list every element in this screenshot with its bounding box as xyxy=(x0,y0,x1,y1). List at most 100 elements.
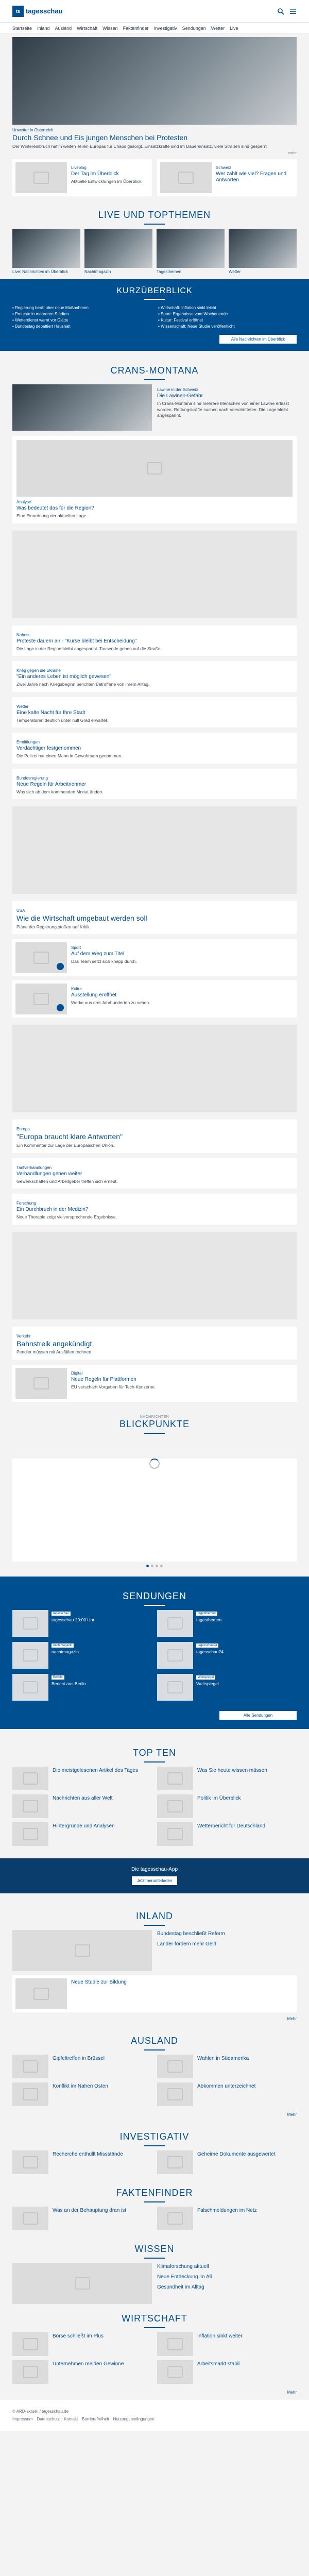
sendung-title[interactable]: nachtmagazin xyxy=(52,1649,79,1654)
inland-image[interactable] xyxy=(12,1929,152,1971)
feed-card[interactable]: Bundesregierung Neue Regeln für Arbeitne… xyxy=(12,768,297,800)
nav-item[interactable]: Wetter xyxy=(211,26,225,31)
feed-item[interactable]: Kultur Ausstellung eröffnet Werke aus dr… xyxy=(12,980,297,1018)
lead-small-title[interactable]: Der Tag im Überblick xyxy=(71,171,149,177)
brief-item[interactable]: Wirtschaft: Inflation sinkt leicht xyxy=(158,305,297,311)
sendung-card[interactable]: tagesschau24 tagesschau24 xyxy=(157,1641,297,1669)
wirtschaft-item[interactable]: Börse schließt im Plus xyxy=(12,2332,152,2356)
brief-item[interactable]: Proteste in mehreren Städten xyxy=(12,311,151,317)
carousel-pager[interactable] xyxy=(12,1564,297,1567)
sendung-card[interactable]: nachtmagazin nachtmagazin xyxy=(12,1641,152,1669)
feed-title[interactable]: Bahnstreik angekündigt xyxy=(16,1340,293,1348)
crans-headline[interactable]: Die Lawinen-Gefahr xyxy=(157,393,297,399)
top-item[interactable]: Was Sie heute wissen müssen xyxy=(157,1766,297,1790)
brief-all-button[interactable]: Alle Nachrichten im Überblick xyxy=(219,335,297,344)
wirtschaft-more-link[interactable]: Mehr xyxy=(12,2390,297,2395)
lead-small-item[interactable]: Schweiz Wer zahlt wie viel? Fragen und A… xyxy=(157,159,297,197)
top-item[interactable]: Politik im Überblick xyxy=(157,1794,297,1818)
feed-card[interactable]: Tarifverhandlungen Verhandlungen gehen w… xyxy=(12,1158,297,1189)
feed-title[interactable]: Neue Regeln für Arbeitnehmer xyxy=(16,782,293,788)
feed-title[interactable]: Proteste dauern an - "Kurse bleibt bei E… xyxy=(16,638,293,645)
footer-link[interactable]: Impressum xyxy=(12,2417,33,2421)
ausland-item[interactable]: Konflikt im Nahen Osten xyxy=(12,2082,152,2106)
ausland-item-title[interactable]: Abkommen unterzeichnet xyxy=(197,2083,255,2106)
inland-more-link[interactable]: Mehr xyxy=(12,2016,297,2021)
live-card[interactable]: Tagesthemen xyxy=(157,229,225,274)
lead-image[interactable] xyxy=(12,37,297,125)
feed-title[interactable]: Wie die Wirtschaft umgebaut werden soll xyxy=(16,914,293,923)
lead-small-item[interactable]: Liveblog Der Tag im Überblick Aktuelle E… xyxy=(12,159,152,197)
feed-card[interactable]: Forschung Ein Durchbruch in der Medizin?… xyxy=(12,1194,297,1225)
nav-item[interactable]: Sendungen xyxy=(182,26,206,31)
top-item-title[interactable]: Was Sie heute wissen müssen xyxy=(197,1768,267,1790)
ausland-item[interactable]: Gipfeltreffen in Brüssel xyxy=(12,2054,152,2078)
nav-item[interactable]: Faktenfinder xyxy=(123,26,149,31)
brief-item[interactable]: Wetterdienst warnt vor Glätte xyxy=(12,317,151,324)
wirtschaft-item-title[interactable]: Inflation sinkt weiter xyxy=(197,2333,243,2356)
ausland-item-title[interactable]: Wahlen in Südamerika xyxy=(197,2056,249,2078)
top-item[interactable]: Nachrichten aus aller Welt xyxy=(12,1794,152,1818)
wirtschaft-item-title[interactable]: Börse schließt im Plus xyxy=(53,2333,104,2356)
faktenfinder-item-title[interactable]: Falschmeldungen im Netz xyxy=(197,2208,257,2230)
top-item-title[interactable]: Wetterbericht für Deutschland xyxy=(197,1823,265,1846)
faktenfinder-item[interactable]: Falschmeldungen im Netz xyxy=(157,2206,297,2230)
lead-title[interactable]: Durch Schnee und Eis jungen Menschen bei… xyxy=(12,133,297,142)
inland-item[interactable]: Neue Studie zur Bildung xyxy=(12,1975,297,2012)
footer-link[interactable]: Barrierefreiheit xyxy=(82,2417,109,2421)
feed-card[interactable]: Verkehr Bahnstreik angekündigt Pendler m… xyxy=(12,1326,297,1360)
investigativ-item-title[interactable]: Recherche enthüllt Missstände xyxy=(53,2151,123,2174)
ausland-item[interactable]: Wahlen in Südamerika xyxy=(157,2054,297,2078)
ausland-item-title[interactable]: Gipfeltreffen in Brüssel xyxy=(53,2056,105,2078)
brief-item[interactable]: Wissenschaft: Neue Studie veröffentlicht xyxy=(158,324,297,330)
brief-item[interactable]: Kultur: Festival eröffnet xyxy=(158,317,297,324)
sendung-title[interactable]: Bericht aus Berlin xyxy=(52,1681,86,1686)
feed-title[interactable]: Eine kalte Nacht für Ihre Stadt xyxy=(16,710,293,716)
wirtschaft-item[interactable]: Arbeitsmarkt stabil xyxy=(157,2360,297,2384)
app-download-button[interactable]: Jetzt herunterladen xyxy=(131,1876,178,1885)
ausland-item[interactable]: Abkommen unterzeichnet xyxy=(157,2082,297,2106)
wirtschaft-item[interactable]: Inflation sinkt weiter xyxy=(157,2332,297,2356)
brief-item[interactable]: Bundestag debattiert Haushalt xyxy=(12,324,151,330)
top-item[interactable]: Die meistgelesenen Artikel des Tages xyxy=(12,1766,152,1790)
inland-item-title[interactable]: Bundestag beschließt Reform xyxy=(157,1931,297,1937)
wirtschaft-item-title[interactable]: Unternehmen melden Gewinne xyxy=(53,2361,124,2384)
ausland-item-title[interactable]: Konflikt im Nahen Osten xyxy=(53,2083,108,2106)
feed-title[interactable]: Verdächtiger festgenommen xyxy=(16,745,293,752)
nav-item[interactable]: Live xyxy=(230,26,238,31)
investigativ-item-title[interactable]: Geheime Dokumente ausgewertet xyxy=(197,2151,276,2174)
feed-card[interactable]: Wetter Eine kalte Nacht für Ihre Stadt T… xyxy=(12,697,297,728)
faktenfinder-item[interactable]: Was an der Behauptung dran ist xyxy=(12,2206,152,2230)
sendung-card[interactable]: tagesthemen tagesthemen xyxy=(157,1609,297,1637)
crans-image[interactable] xyxy=(12,384,152,431)
sendungen-all-button[interactable]: Alle Sendungen xyxy=(219,1710,297,1720)
wissen-item-title[interactable]: Gesundheit im Alltag xyxy=(157,2284,297,2291)
lead-more-link[interactable]: mehr xyxy=(288,151,297,155)
blickpunkte-carousel[interactable] xyxy=(12,1458,297,1562)
feed-card[interactable]: Nahost Proteste dauern an - "Kurse bleib… xyxy=(12,625,297,656)
sendung-title[interactable]: tagesschau 20:00 Uhr xyxy=(52,1617,94,1622)
logo[interactable]: ts tagesschau xyxy=(12,5,63,17)
nav-item[interactable]: Investigativ xyxy=(154,26,177,31)
wissen-image[interactable] xyxy=(12,2262,152,2304)
sendung-title[interactable]: tagesschau24 xyxy=(196,1649,224,1654)
sendung-card[interactable]: tagesschau tagesschau 20:00 Uhr xyxy=(12,1609,152,1637)
wirtschaft-item[interactable]: Unternehmen melden Gewinne xyxy=(12,2360,152,2384)
inland-item-title[interactable]: Neue Studie zur Bildung xyxy=(71,1979,294,1986)
feed-title[interactable]: Ausstellung eröffnet xyxy=(71,992,294,998)
sendung-card[interactable]: Weltspiegel Weltspiegel xyxy=(157,1673,297,1701)
feed-card[interactable]: USA Wie die Wirtschaft umgebaut werden s… xyxy=(12,901,297,935)
footer-link[interactable]: Datenschutz xyxy=(37,2417,60,2421)
nav-item[interactable]: Startseite xyxy=(12,26,32,31)
investigativ-item[interactable]: Recherche enthüllt Missstände xyxy=(12,2150,152,2174)
live-card[interactable]: Nachtmagazin xyxy=(84,229,152,274)
feed-title[interactable]: Ein Durchbruch in der Medizin? xyxy=(16,1207,293,1213)
quote-card[interactable]: Europa "Europa braucht klare Antworten" … xyxy=(12,1120,297,1153)
nav-item[interactable]: Ausland xyxy=(55,26,72,31)
top-item-title[interactable]: Politik im Überblick xyxy=(197,1795,241,1818)
wissen-item-title[interactable]: Neue Entdeckung im All xyxy=(157,2274,297,2280)
sendung-title[interactable]: Weltspiegel xyxy=(196,1681,219,1686)
faktenfinder-item-title[interactable]: Was an der Behauptung dran ist xyxy=(53,2208,126,2230)
live-card[interactable]: Wetter xyxy=(229,229,297,274)
feed-title[interactable]: Auf dem Weg zum Titel xyxy=(71,951,294,957)
footer-link[interactable]: Kontakt xyxy=(64,2417,78,2421)
